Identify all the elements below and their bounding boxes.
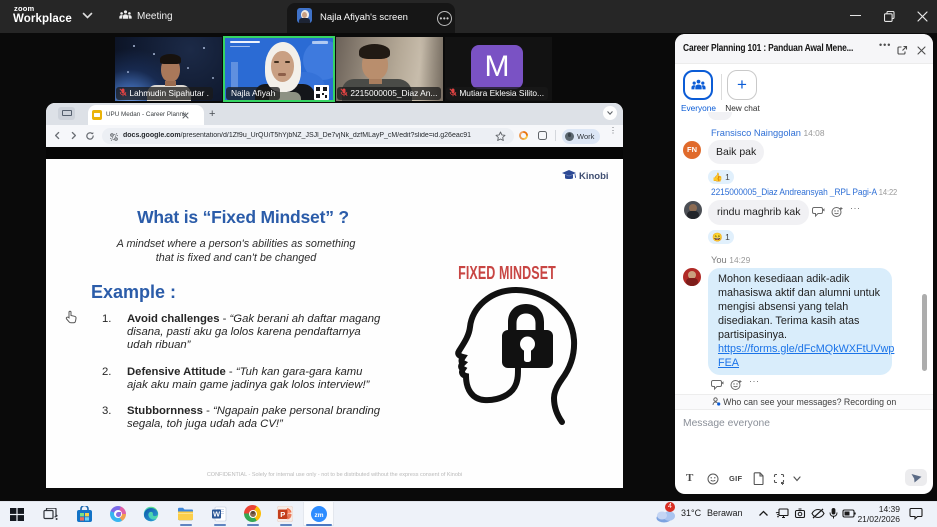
svg-text:P: P — [280, 510, 285, 519]
svg-text:W: W — [213, 510, 221, 519]
svg-text:zm: zm — [314, 512, 323, 519]
